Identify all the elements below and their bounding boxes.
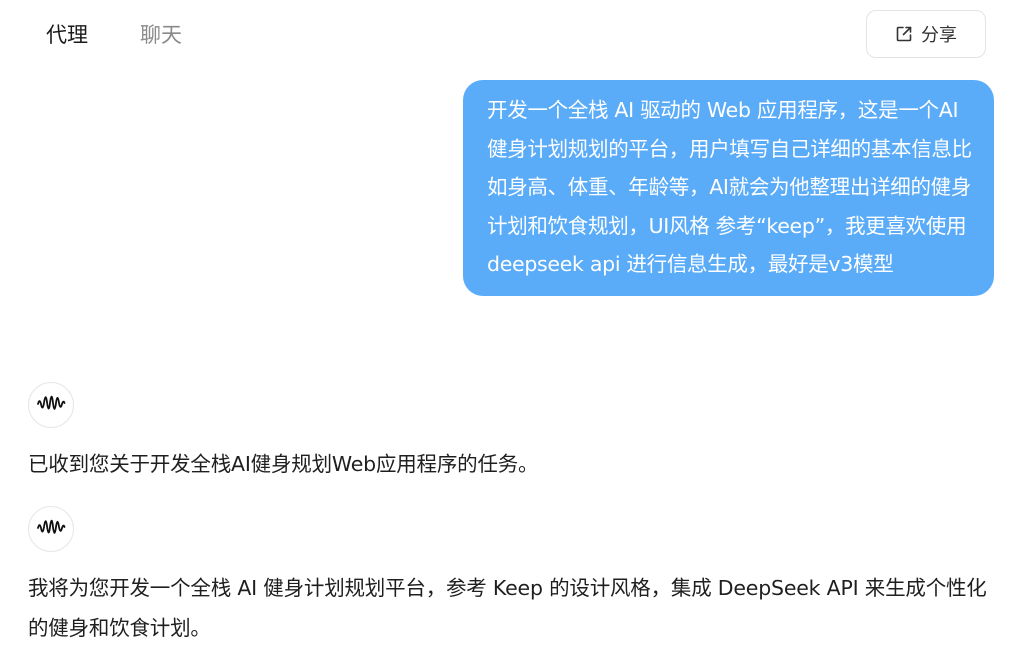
- assistant-message-text: 已收到您关于开发全栈AI健身规划Web应用程序的任务。: [28, 452, 539, 476]
- tab-chat[interactable]: 聊天: [140, 20, 182, 50]
- assistant-avatar: [28, 506, 74, 552]
- share-icon: [895, 25, 913, 43]
- share-button[interactable]: 分享: [866, 10, 986, 58]
- waveform-icon: [36, 516, 66, 542]
- assistant-message-text: 我将为您开发一个全栈 AI 健身计划规划平台，参考 Keep 的设计风格，集成 …: [28, 576, 987, 640]
- share-label: 分享: [921, 25, 957, 46]
- tab-agent[interactable]: 代理: [46, 20, 88, 50]
- user-message-bubble: 开发一个全栈 AI 驱动的 Web 应用程序，这是一个AI健身计划规划的平台，用…: [463, 80, 994, 296]
- tab-bar: 代理 聊天: [46, 20, 182, 50]
- waveform-icon: [36, 392, 66, 418]
- assistant-avatar: [28, 382, 74, 428]
- user-message-text: 开发一个全栈 AI 驱动的 Web 应用程序，这是一个AI健身计划规划的平台，用…: [487, 98, 972, 276]
